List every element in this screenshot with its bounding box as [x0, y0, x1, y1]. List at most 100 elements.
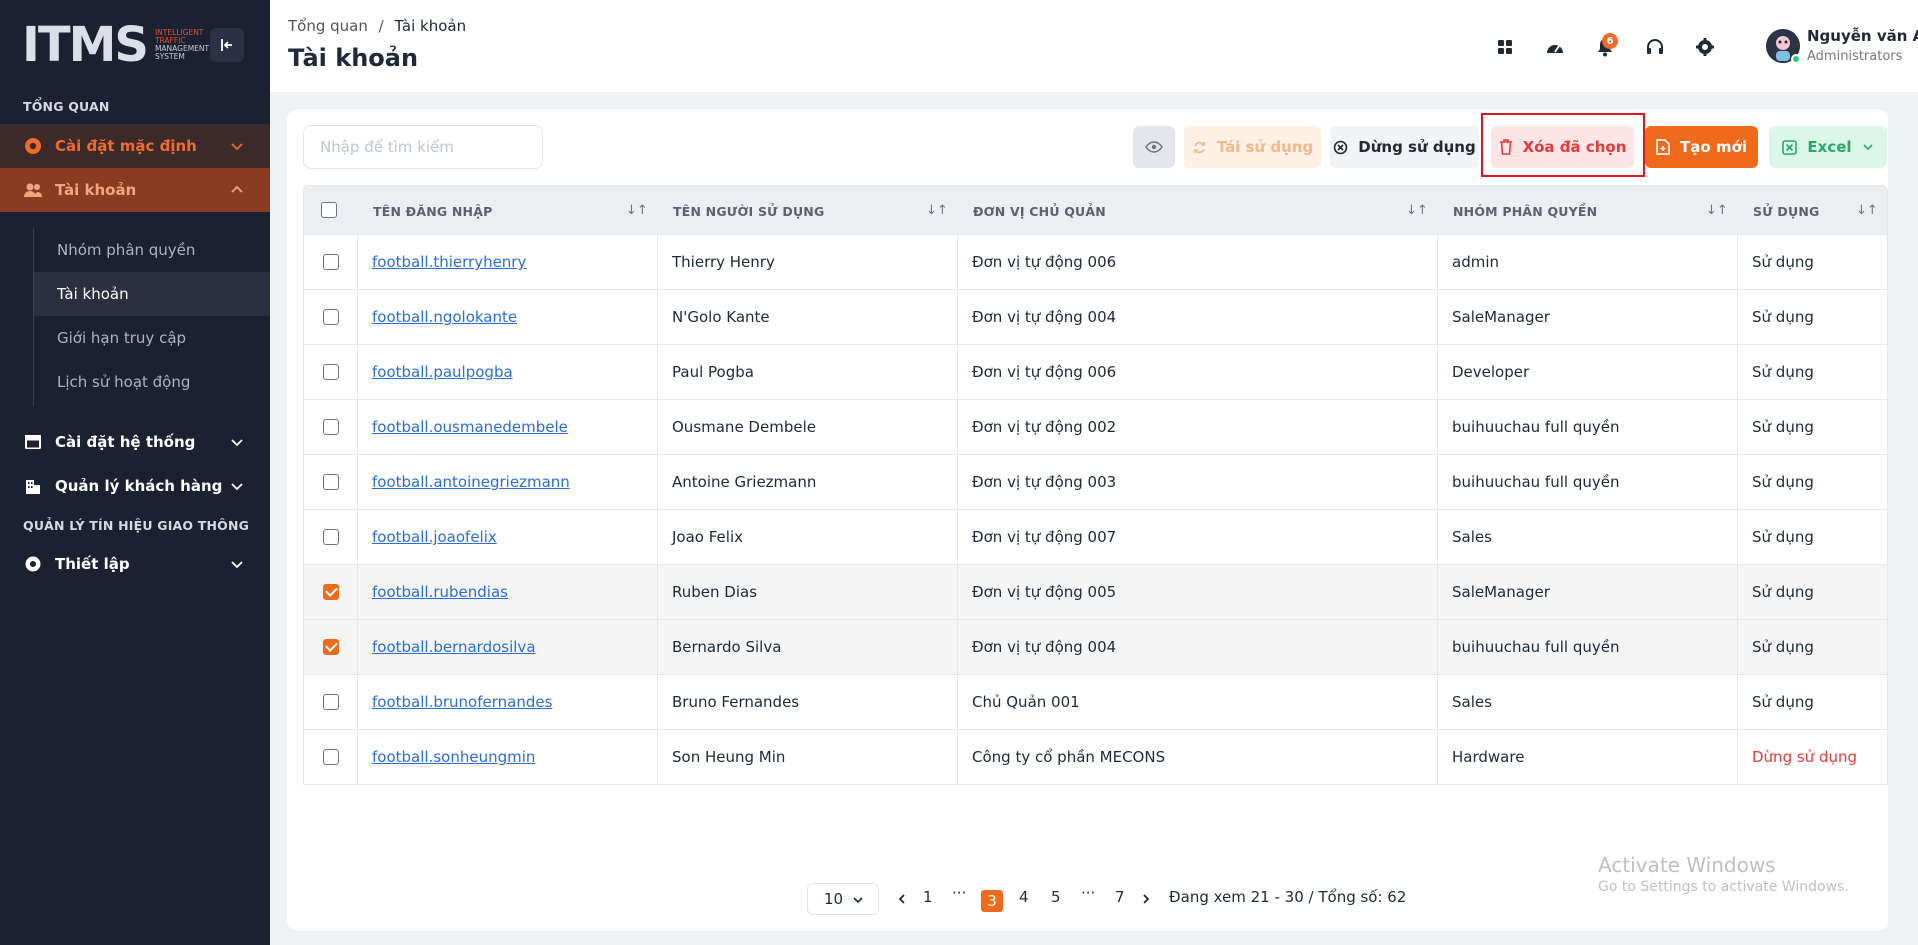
- table-row[interactable]: football.antoinegriezmann Antoine Griezma…: [303, 455, 1888, 510]
- page-current[interactable]: 3: [981, 890, 1003, 912]
- permission-group-cell: admin: [1452, 253, 1499, 271]
- table-row[interactable]: football.rubendias Ruben Dias Đơn vị tự độ…: [303, 565, 1888, 620]
- dashboard-button[interactable]: [1538, 30, 1572, 64]
- username-link[interactable]: football.brunofernandes: [372, 693, 552, 711]
- sort-icon[interactable]: ↓↑: [926, 203, 948, 218]
- select-all-checkbox[interactable]: [321, 202, 337, 218]
- sidebar-item-system-settings[interactable]: Cài đặt hệ thống: [0, 420, 270, 464]
- row-checkbox[interactable]: [323, 639, 339, 655]
- row-checkbox[interactable]: [323, 694, 339, 710]
- collapse-sidebar-button[interactable]: [210, 28, 244, 62]
- row-checkbox[interactable]: [323, 309, 339, 325]
- support-button[interactable]: [1638, 30, 1672, 64]
- status-cell: Sử dụng: [1752, 418, 1814, 436]
- table-row[interactable]: football.bernardosilva Bernardo Silva Đơn …: [303, 620, 1888, 675]
- table-cell: football.paulpogba: [372, 345, 513, 399]
- table-row[interactable]: football.brunofernandes Bruno Fernandes Ch…: [303, 675, 1888, 730]
- username-link[interactable]: football.bernardosilva: [372, 638, 536, 656]
- table-row[interactable]: football.joaofelix Joao Felix Đơn vị tự độ…: [303, 510, 1888, 565]
- apps-grid-button[interactable]: [1488, 30, 1522, 64]
- breadcrumb: Tổng quan / Tài khoản: [288, 17, 466, 35]
- sidebar-subitem-permission-groups[interactable]: Nhóm phân quyền: [34, 228, 270, 272]
- page-1[interactable]: 1: [923, 888, 933, 906]
- username-link[interactable]: football.thierryhenry: [372, 253, 526, 271]
- table-cell: Thierry Henry: [672, 235, 775, 289]
- permission-group-cell: Sales: [1452, 528, 1492, 546]
- user-name-cell: Thierry Henry: [672, 253, 775, 271]
- username-link[interactable]: football.joaofelix: [372, 528, 497, 546]
- table-row[interactable]: football.ousmanedembele Ousmane Dembele Đơ…: [303, 400, 1888, 455]
- sidebar: ITMS INTELLIGENT TRAFFIC MANAGEMENT SYST…: [0, 0, 270, 945]
- settings-button[interactable]: [1688, 30, 1722, 64]
- column-visibility-button[interactable]: [1133, 126, 1175, 168]
- row-checkbox[interactable]: [323, 584, 339, 600]
- page-7[interactable]: 7: [1115, 888, 1125, 906]
- sort-icon[interactable]: ↓↑: [1406, 203, 1428, 218]
- sidebar-item-default-settings[interactable]: Cài đặt mặc định: [0, 124, 270, 168]
- stop-using-button[interactable]: Dừng sử dụng: [1330, 126, 1479, 168]
- sort-icon[interactable]: ↓↑: [626, 203, 648, 218]
- column-header-user-name[interactable]: TÊN NGƯỜI SỬ DỤNG: [673, 186, 824, 236]
- table-row[interactable]: football.ngolokante N'Golo Kante Đơn vị tự…: [303, 290, 1888, 345]
- table-row[interactable]: football.thierryhenry Thierry Henry Đơn vị…: [303, 235, 1888, 290]
- row-checkbox[interactable]: [323, 529, 339, 545]
- username-link[interactable]: football.ngolokante: [372, 308, 517, 326]
- table-cell: Đơn vị tự động 002: [972, 400, 1116, 454]
- column-header-status[interactable]: SỬ DỤNG: [1753, 186, 1819, 236]
- prev-page-icon[interactable]: [896, 893, 908, 905]
- search-input[interactable]: Nhập để tìm kiếm: [303, 125, 543, 169]
- stop-using-label: Dừng sử dụng: [1358, 138, 1476, 156]
- page-ellipsis[interactable]: ···: [952, 884, 966, 902]
- page-4[interactable]: 4: [1019, 888, 1029, 906]
- row-checkbox[interactable]: [323, 364, 339, 380]
- status-cell: Sử dụng: [1752, 638, 1814, 656]
- excel-export-button[interactable]: Excel: [1769, 126, 1887, 168]
- username-link[interactable]: football.ousmanedembele: [372, 418, 568, 436]
- table-cell: football.joaofelix: [372, 510, 497, 564]
- create-new-button[interactable]: Tạo mới: [1645, 126, 1758, 168]
- reuse-button[interactable]: Tái sử dụng: [1184, 126, 1321, 168]
- chevron-down-icon: [231, 143, 243, 151]
- table-cell: buihuuchau full quyền: [1452, 620, 1619, 674]
- next-page-icon[interactable]: [1140, 893, 1152, 905]
- row-checkbox[interactable]: [323, 474, 339, 490]
- table-cell: Chủ Quản 001: [972, 675, 1080, 729]
- sidebar-item-customer-management[interactable]: Quản lý khách hàng: [0, 464, 270, 508]
- sidebar-subitem-activity-history[interactable]: Lịch sử hoạt động: [34, 360, 270, 404]
- username-link[interactable]: football.sonheungmin: [372, 748, 535, 766]
- sidebar-item-label: Cài đặt hệ thống: [55, 433, 196, 451]
- table-row[interactable]: football.sonheungmin Son Heung Min Công ty…: [303, 730, 1888, 785]
- page-ellipsis[interactable]: ···: [1081, 884, 1095, 902]
- table-cell: football.antoinegriezmann: [372, 455, 570, 509]
- row-checkbox[interactable]: [323, 254, 339, 270]
- create-new-label: Tạo mới: [1680, 138, 1747, 156]
- sidebar-item-accounts[interactable]: Tài khoản: [0, 168, 270, 212]
- username-link[interactable]: football.antoinegriezmann: [372, 473, 570, 491]
- table-cell: Sử dụng: [1752, 400, 1814, 454]
- page-size-select[interactable]: 10: [807, 883, 879, 915]
- column-header-unit[interactable]: ĐƠN VỊ CHỦ QUẢN: [973, 186, 1106, 236]
- row-checkbox[interactable]: [323, 419, 339, 435]
- unit-cell: Đơn vị tự động 003: [972, 473, 1117, 491]
- column-divider: [357, 235, 358, 289]
- username-link[interactable]: football.paulpogba: [372, 363, 513, 381]
- notifications-button[interactable]: 6: [1588, 30, 1622, 64]
- sidebar-item-label: Thiết lập: [55, 555, 130, 573]
- app-logo[interactable]: ITMS INTELLIGENT TRAFFIC MANAGEMENT SYST…: [22, 21, 209, 69]
- page-5[interactable]: 5: [1051, 888, 1061, 906]
- row-checkbox[interactable]: [323, 749, 339, 765]
- sidebar-subitem-access-limits[interactable]: Giới hạn truy cập: [34, 316, 270, 360]
- sidebar-subitem-accounts[interactable]: Tài khoản: [34, 272, 270, 316]
- sidebar-item-setup[interactable]: Thiết lập: [0, 542, 270, 586]
- sort-icon[interactable]: ↓↑: [1706, 203, 1728, 218]
- column-header-username[interactable]: TÊN ĐĂNG NHẬP: [373, 186, 492, 236]
- column-header-permission-group[interactable]: NHÓM PHÂN QUYỀN: [1453, 186, 1597, 236]
- username-link[interactable]: football.rubendias: [372, 583, 508, 601]
- section-overview: TỔNG QUAN: [23, 99, 110, 114]
- sidebar-item-label: Tài khoản: [55, 181, 137, 199]
- sort-icon[interactable]: ↓↑: [1856, 203, 1878, 218]
- user-name[interactable]: Nguyễn văn A: [1807, 27, 1918, 45]
- table-cell: Bernardo Silva: [672, 620, 781, 674]
- table-row[interactable]: football.paulpogba Paul Pogba Đơn vị tự độ…: [303, 345, 1888, 400]
- breadcrumb-root[interactable]: Tổng quan: [288, 17, 368, 35]
